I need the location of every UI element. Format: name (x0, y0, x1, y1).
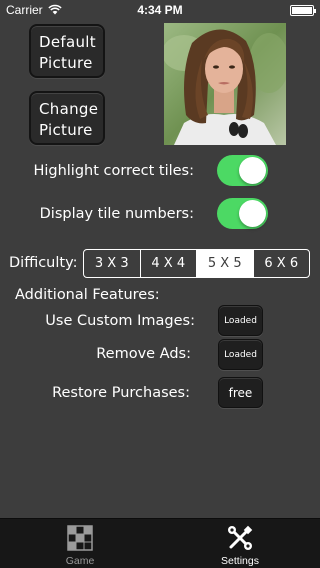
tab-settings-label: Settings (221, 555, 259, 567)
remove-ads-button[interactable]: Loaded (218, 339, 263, 370)
additional-features-heading: Additional Features: (15, 287, 160, 303)
grid-puzzle-icon (67, 525, 93, 551)
difficulty-option-4x4[interactable]: 4 X 4 (139, 250, 197, 277)
difficulty-segmented-control: 3 X 3 4 X 4 5 X 5 6 X 6 (83, 249, 310, 278)
status-time: 4:34 PM (137, 3, 183, 17)
display-numbers-label: Display tile numbers: (39, 206, 194, 222)
tab-game-label: Game (65, 555, 95, 567)
portrait-photo-icon (164, 23, 286, 145)
highlight-tiles-label: Highlight correct tiles: (33, 163, 194, 179)
change-picture-button[interactable]: Change Picture (29, 91, 105, 145)
tab-bar: Game Settings (0, 518, 320, 568)
default-picture-label-line2: Picture (39, 54, 93, 72)
display-numbers-toggle[interactable] (217, 198, 268, 229)
tab-settings[interactable]: Settings (160, 519, 320, 568)
default-picture-button[interactable]: Default Picture (29, 24, 105, 78)
difficulty-option-3x3[interactable]: 3 X 3 (84, 250, 140, 277)
highlight-tiles-toggle[interactable] (217, 155, 268, 186)
custom-images-label: Use Custom Images: (45, 313, 195, 329)
custom-images-button[interactable]: Loaded (218, 305, 263, 336)
toggle-knob (239, 157, 266, 184)
toggle-knob (239, 200, 266, 227)
remove-ads-label: Remove Ads: (96, 346, 191, 362)
tab-game[interactable]: Game (0, 519, 160, 568)
status-bar: Carrier 4:34 PM (0, 0, 320, 20)
puzzle-preview-image (164, 23, 286, 145)
restore-purchases-label: Restore Purchases: (52, 385, 190, 401)
restore-purchases-button[interactable]: free (218, 377, 263, 408)
default-picture-label-line1: Default (39, 33, 96, 51)
difficulty-option-5x5[interactable]: 5 X 5 (196, 250, 253, 277)
change-picture-label-line2: Picture (39, 121, 93, 139)
change-picture-label-line1: Change (39, 100, 99, 118)
tools-icon (228, 525, 253, 550)
difficulty-option-6x6[interactable]: 6 X 6 (252, 250, 310, 277)
battery-icon (290, 5, 316, 16)
difficulty-label: Difficulty: (9, 255, 78, 271)
